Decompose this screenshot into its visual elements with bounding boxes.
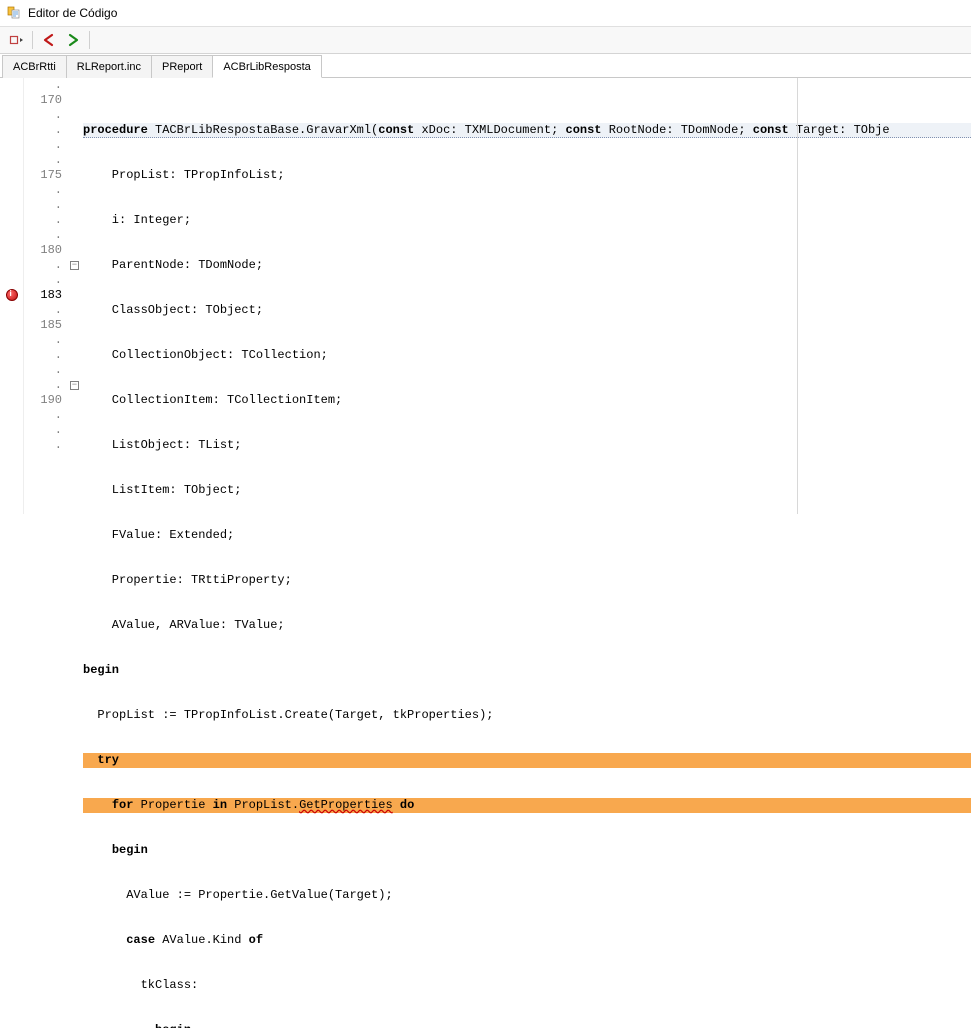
line-no: . (24, 228, 62, 243)
line-no: . (24, 348, 62, 363)
line-no: . (24, 408, 62, 423)
toggle-button[interactable] (4, 29, 28, 51)
line-no: 190 (24, 393, 62, 408)
tab-acbrrtti[interactable]: ACBrRtti (2, 55, 67, 78)
title-bar: Editor de Código (0, 0, 971, 26)
tab-rlreport[interactable]: RLReport.inc (66, 55, 152, 78)
code-line: Propertie: TRttiProperty; (83, 573, 971, 588)
line-no: . (24, 333, 62, 348)
line-no: . (24, 183, 62, 198)
tab-preport[interactable]: PReport (151, 55, 213, 78)
line-no: . (24, 273, 62, 288)
code-line: begin (83, 1023, 971, 1028)
fold-minus-icon[interactable]: − (70, 381, 79, 390)
fold-gutter: − − (68, 78, 81, 514)
line-no: . (24, 78, 62, 93)
nav-forward-button[interactable] (61, 29, 85, 51)
gutter-line-numbers: . 170 . . . . 175 . . . . 180 . . 183 . … (24, 78, 68, 514)
code-line: begin (83, 663, 971, 678)
line-no: . (24, 378, 62, 393)
fold-minus-icon[interactable]: − (70, 261, 79, 270)
line-no: . (24, 438, 62, 453)
line-no: 185 (24, 318, 62, 333)
error-breakpoint-icon[interactable] (6, 289, 18, 301)
tab-label: PReport (162, 61, 202, 73)
line-no: . (24, 138, 62, 153)
code-editor[interactable]: . 170 . . . . 175 . . . . 180 . . 183 . … (0, 78, 971, 514)
code-line: AValue, ARValue: TValue; (83, 618, 971, 633)
code-line: ClassObject: TObject; (83, 303, 971, 318)
code-line: CollectionItem: TCollectionItem; (83, 393, 971, 408)
line-no: 183 (24, 288, 62, 303)
tab-label: RLReport.inc (77, 61, 141, 73)
line-no: . (24, 123, 62, 138)
line-no: . (24, 363, 62, 378)
code-line-error: try (83, 753, 971, 768)
code-line: ListItem: TObject; (83, 483, 971, 498)
line-no: 175 (24, 168, 62, 183)
code-line: case AValue.Kind of (83, 933, 971, 948)
toolbar (0, 26, 971, 54)
tab-acbrlibresposta[interactable]: ACBrLibResposta (212, 55, 321, 78)
line-no: . (24, 213, 62, 228)
code-line: PropList := TPropInfoList.Create(Target,… (83, 708, 971, 723)
code-line: tkClass: (83, 978, 971, 993)
line-no: . (24, 198, 62, 213)
code-line: ListObject: TList; (83, 438, 971, 453)
code-line: procedure TACBrLibRespostaBase.GravarXml… (83, 123, 971, 138)
editor-tabs: ACBrRtti RLReport.inc PReport ACBrLibRes… (0, 54, 971, 78)
code-line: PropList: TPropInfoList; (83, 168, 971, 183)
tab-label: ACBrLibResposta (223, 61, 310, 73)
line-no: . (24, 423, 62, 438)
window-title: Editor de Código (28, 6, 117, 20)
tab-label: ACBrRtti (13, 61, 56, 73)
toolbar-separator (32, 31, 33, 49)
window-icon (6, 5, 22, 21)
line-no: . (24, 153, 62, 168)
code-line: FValue: Extended; (83, 528, 971, 543)
line-no: 170 (24, 93, 62, 108)
code-line-error: for Propertie in PropList.GetProperties … (83, 798, 971, 813)
code-line: CollectionObject: TCollection; (83, 348, 971, 363)
toolbar-separator (89, 31, 90, 49)
gutter-marks (0, 78, 24, 514)
line-no: . (24, 108, 62, 123)
nav-back-button[interactable] (37, 29, 61, 51)
code-line: ParentNode: TDomNode; (83, 258, 971, 273)
code-line: begin (83, 843, 971, 858)
line-no: . (24, 303, 62, 318)
line-no: . (24, 258, 62, 273)
code-line: i: Integer; (83, 213, 971, 228)
code-area[interactable]: procedure TACBrLibRespostaBase.GravarXml… (81, 78, 971, 514)
line-no: 180 (24, 243, 62, 258)
code-line: AValue := Propertie.GetValue(Target); (83, 888, 971, 903)
